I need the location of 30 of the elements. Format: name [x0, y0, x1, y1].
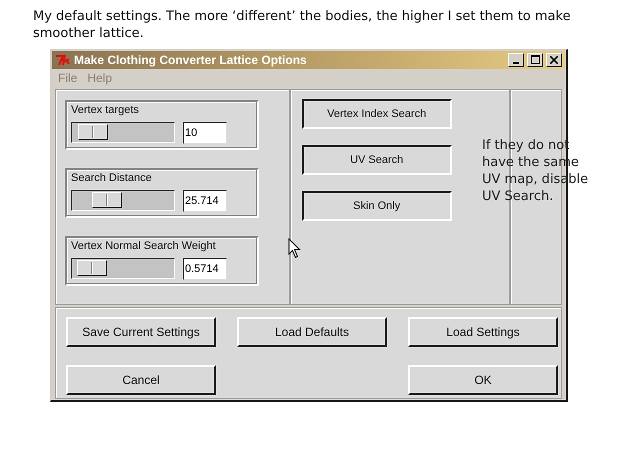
close-button[interactable] — [546, 52, 562, 67]
close-icon — [550, 56, 558, 64]
value-field[interactable]: 0.5714 — [183, 258, 227, 280]
cursor-icon — [288, 238, 301, 259]
slider-thumb[interactable] — [78, 124, 108, 140]
toggle-button[interactable]: Vertex Index Search — [302, 98, 452, 129]
toggle-button[interactable]: UV Search — [302, 144, 452, 175]
slider-thumb[interactable] — [92, 192, 122, 208]
minimize-icon — [513, 62, 519, 64]
maximize-button[interactable] — [527, 52, 543, 67]
cancel-button[interactable]: Cancel — [66, 364, 216, 395]
slider-label: Vertex targets — [71, 104, 140, 118]
toggle-button[interactable]: Skin Only — [302, 190, 452, 221]
minimize-button[interactable] — [508, 52, 524, 67]
ok-button[interactable]: OK — [408, 364, 558, 395]
slider-track[interactable] — [71, 190, 175, 212]
caption-text: My default settings. The more ‘different’ the bodies, the higher I set them to make smoother lattice. — [32, 8, 572, 42]
app-logo-icon — [55, 54, 71, 66]
slider-track[interactable] — [71, 122, 175, 144]
slider-label: Search Distance — [71, 172, 153, 186]
slider-thumb[interactable] — [77, 260, 108, 276]
dialog-button[interactable]: Load Settings — [408, 316, 558, 346]
maximize-icon — [530, 55, 540, 64]
value-field[interactable]: 10 — [183, 122, 227, 144]
slider-label: Vertex Normal Search Weight — [71, 240, 217, 254]
dialog-button[interactable]: Save Current Settings — [66, 316, 216, 346]
window-title: Make Clothing Converter Lattice Options — [74, 52, 308, 67]
slider-track[interactable] — [71, 258, 175, 280]
dialog-button[interactable]: Load Defaults — [237, 316, 387, 346]
value-field[interactable]: 25.714 — [183, 190, 227, 212]
